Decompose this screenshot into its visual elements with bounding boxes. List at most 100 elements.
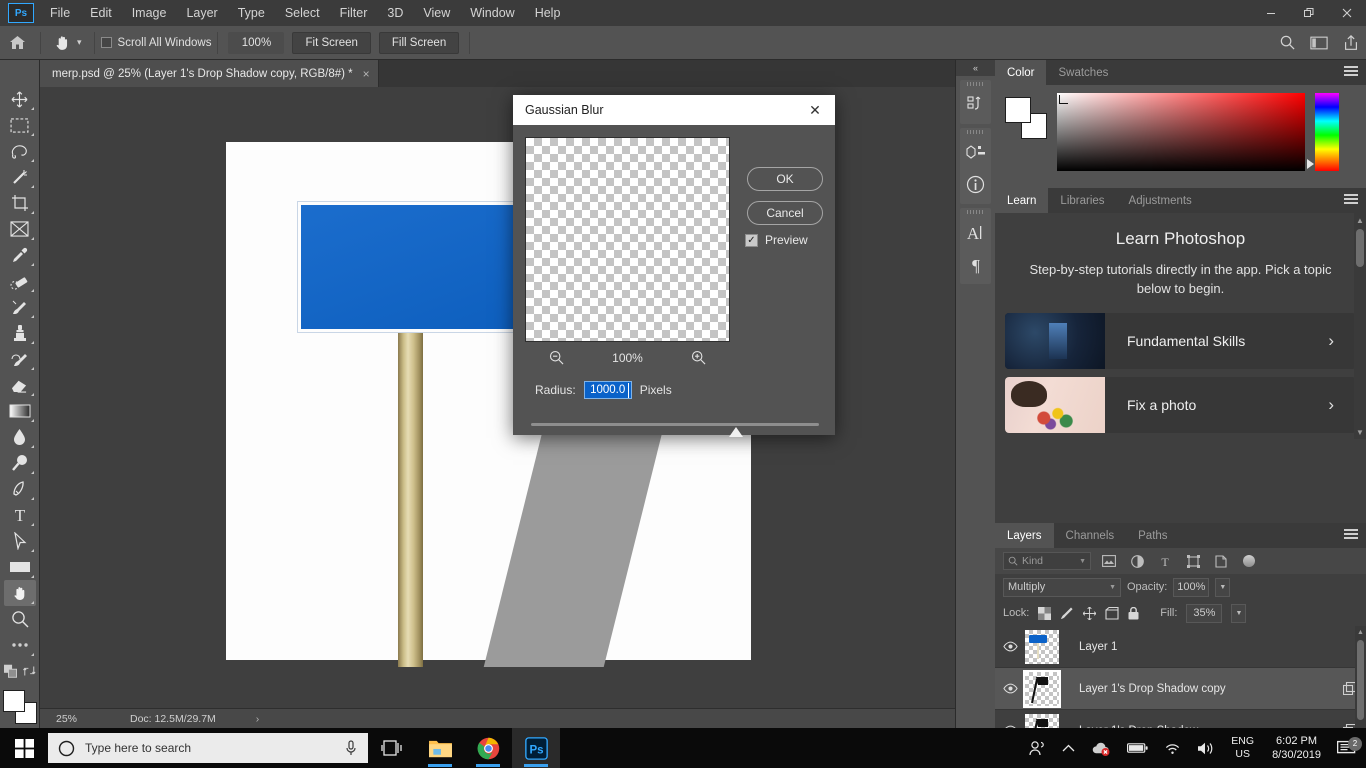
layer-kind-filter-dropdown[interactable]: Kind ▼ bbox=[1003, 552, 1091, 570]
scrollbar-thumb[interactable] bbox=[1356, 229, 1364, 267]
frame-tool[interactable] bbox=[4, 216, 36, 242]
history-brush-tool[interactable] bbox=[4, 346, 36, 372]
google-chrome-icon[interactable] bbox=[464, 728, 512, 768]
tab-layers[interactable]: Layers bbox=[995, 523, 1054, 548]
spot-healing-brush-tool[interactable] bbox=[4, 268, 36, 294]
radius-input[interactable]: 1000.0 bbox=[583, 381, 632, 399]
blur-tool[interactable] bbox=[4, 424, 36, 450]
chevron-right-icon[interactable]: › bbox=[1328, 395, 1356, 415]
move-tool[interactable] bbox=[4, 86, 36, 112]
hand-tool[interactable] bbox=[3, 580, 36, 606]
info-icon[interactable] bbox=[960, 168, 991, 200]
history-icon[interactable] bbox=[960, 88, 991, 120]
tab-swatches[interactable]: Swatches bbox=[1046, 60, 1120, 85]
menu-layer[interactable]: Layer bbox=[176, 2, 227, 24]
layer-thumbnail[interactable] bbox=[1025, 629, 1059, 664]
type-filter-icon[interactable]: T bbox=[1155, 552, 1175, 570]
photoshop-icon[interactable]: Ps bbox=[512, 728, 560, 768]
action-center-icon[interactable]: 2 bbox=[1331, 736, 1366, 757]
rectangle-tool[interactable] bbox=[4, 554, 36, 580]
fill-screen-button[interactable]: Fill Screen bbox=[378, 31, 460, 54]
quick-mask-and-swap-row[interactable] bbox=[3, 658, 36, 684]
task-view-icon[interactable] bbox=[368, 728, 416, 768]
paragraph-icon[interactable]: ¶ bbox=[960, 248, 991, 280]
battery-icon[interactable] bbox=[1119, 742, 1156, 754]
pen-tool[interactable] bbox=[4, 476, 36, 502]
preview-checkbox[interactable]: ✓ Preview bbox=[745, 233, 823, 247]
opacity-stepper-chevron-icon[interactable]: ▼ bbox=[1215, 577, 1231, 597]
table-row[interactable]: Layer 1's Drop Shadow copy bbox=[995, 668, 1366, 710]
dodge-tool[interactable] bbox=[4, 450, 36, 476]
radius-slider[interactable] bbox=[531, 423, 819, 437]
zoom-100-button[interactable]: 100% bbox=[228, 31, 285, 54]
zoom-in-icon[interactable] bbox=[691, 350, 706, 365]
checkbox-box[interactable] bbox=[100, 37, 112, 48]
close-icon[interactable] bbox=[1328, 0, 1366, 26]
layer-thumbnail[interactable] bbox=[1023, 669, 1061, 708]
volume-icon[interactable] bbox=[1189, 741, 1223, 756]
active-tool-preview[interactable]: ▾ bbox=[47, 33, 88, 52]
tab-learn[interactable]: Learn bbox=[995, 188, 1049, 213]
color-panel-menu-icon[interactable] bbox=[1344, 66, 1358, 78]
scroll-up-icon[interactable]: ▲ bbox=[1355, 626, 1366, 638]
restore-icon[interactable] bbox=[1290, 0, 1328, 26]
ok-button[interactable]: OK bbox=[747, 167, 823, 191]
menu-edit[interactable]: Edit bbox=[80, 2, 122, 24]
layer-visibility-toggle[interactable] bbox=[995, 683, 1025, 694]
filter-enable-toggle[interactable] bbox=[1243, 555, 1255, 567]
cancel-button[interactable]: Cancel bbox=[747, 201, 823, 225]
menu-3d[interactable]: 3D bbox=[377, 2, 413, 24]
magic-wand-tool[interactable] bbox=[4, 164, 36, 190]
learn-panel-menu-icon[interactable] bbox=[1344, 194, 1358, 206]
show-hidden-icons-icon[interactable] bbox=[1054, 744, 1083, 753]
clock[interactable]: 6:02 PM 8/30/2019 bbox=[1262, 734, 1331, 763]
file-explorer-icon[interactable] bbox=[416, 728, 464, 768]
chevron-down-icon[interactable]: ▼ bbox=[1079, 558, 1086, 565]
checkbox-box[interactable]: ✓ bbox=[745, 233, 758, 247]
tab-color[interactable]: Color bbox=[995, 60, 1047, 85]
path-selection-tool[interactable] bbox=[4, 528, 36, 554]
scroll-down-icon[interactable]: ▼ bbox=[1354, 425, 1366, 439]
tab-adjustments[interactable]: Adjustments bbox=[1117, 188, 1204, 213]
document-tab-close-icon[interactable]: × bbox=[363, 67, 370, 81]
onedrive-error-icon[interactable] bbox=[1083, 741, 1119, 756]
learn-card-fix-a-photo[interactable]: Fix a photo › bbox=[1005, 376, 1356, 433]
scroll-all-windows-checkbox[interactable]: Scroll All Windows bbox=[100, 37, 211, 49]
panel-grip[interactable] bbox=[960, 128, 991, 136]
search-input[interactable]: Type here to search bbox=[48, 733, 368, 763]
dialog-title-bar[interactable]: Gaussian Blur ✕ bbox=[513, 95, 835, 125]
zoom-tool[interactable] bbox=[4, 606, 36, 632]
crop-tool[interactable] bbox=[4, 190, 36, 216]
scroll-up-icon[interactable]: ▲ bbox=[1354, 213, 1366, 227]
slider-track[interactable] bbox=[531, 423, 819, 426]
shape-filter-icon[interactable] bbox=[1183, 552, 1203, 570]
table-row[interactable]: Layer 1 bbox=[995, 626, 1366, 668]
menu-view[interactable]: View bbox=[413, 2, 460, 24]
panel-grip[interactable] bbox=[960, 80, 991, 88]
learn-panel-scrollbar[interactable]: ▲ ▼ bbox=[1354, 213, 1366, 439]
opacity-value[interactable]: 100% bbox=[1173, 577, 1210, 597]
color-swatches[interactable] bbox=[2, 690, 37, 724]
color-ramp[interactable] bbox=[1057, 93, 1305, 171]
document-tab[interactable]: merp.psd @ 25% (Layer 1's Drop Shadow co… bbox=[40, 60, 379, 87]
menu-image[interactable]: Image bbox=[122, 2, 177, 24]
brush-tool[interactable] bbox=[4, 294, 36, 320]
clone-stamp-tool[interactable] bbox=[4, 320, 36, 346]
rectangular-marquee-tool[interactable] bbox=[4, 112, 36, 138]
lock-artboard-icon[interactable] bbox=[1105, 606, 1119, 620]
foreground-color-swatch[interactable] bbox=[2, 690, 25, 712]
tool-dropdown-chevron-icon[interactable]: ▾ bbox=[77, 37, 82, 48]
lock-image-pixels-icon[interactable] bbox=[1060, 606, 1074, 620]
home-icon[interactable] bbox=[0, 28, 34, 58]
menu-window[interactable]: Window bbox=[460, 2, 524, 24]
menu-help[interactable]: Help bbox=[525, 2, 571, 24]
chevron-down-icon[interactable]: ▼ bbox=[1109, 584, 1116, 591]
tab-channels[interactable]: Channels bbox=[1054, 523, 1127, 548]
menu-select[interactable]: Select bbox=[275, 2, 330, 24]
adjustment-filter-icon[interactable] bbox=[1127, 552, 1147, 570]
hue-slider[interactable] bbox=[1307, 93, 1339, 171]
slider-handle[interactable] bbox=[729, 427, 743, 437]
tab-paths[interactable]: Paths bbox=[1126, 523, 1179, 548]
lock-transparent-pixels-icon[interactable] bbox=[1038, 606, 1052, 620]
layer-name[interactable]: Layer 1's Drop Shadow copy bbox=[1059, 683, 1332, 695]
